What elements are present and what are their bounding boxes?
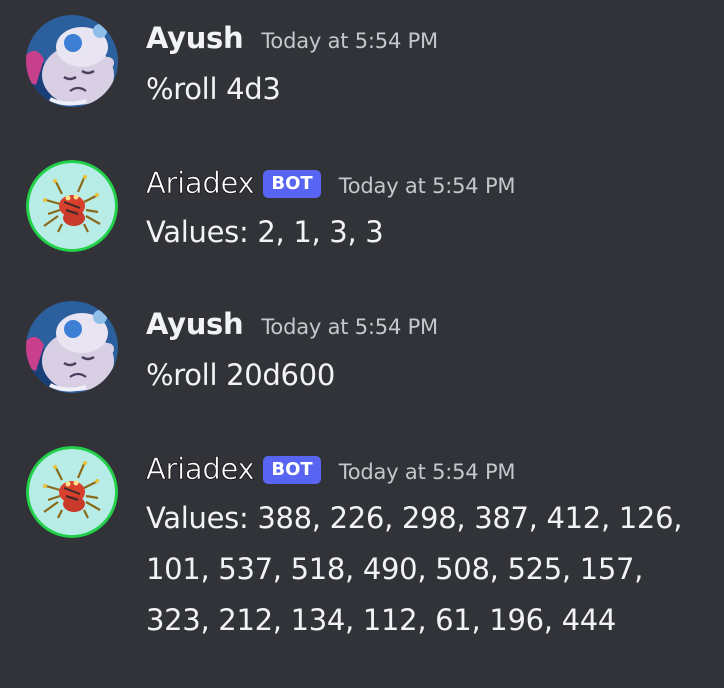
timestamp[interactable]: Today at 5:54 PM (339, 174, 516, 198)
bot-avatar[interactable] (26, 446, 118, 538)
username[interactable]: Ariadex (146, 452, 255, 487)
username[interactable]: Ayush (146, 21, 244, 55)
user-avatar[interactable] (26, 301, 118, 393)
mascot-avatar-icon (26, 301, 118, 393)
message-content: Values: 2, 1, 3, 3 (146, 215, 384, 249)
spider-bot-avatar-icon (26, 446, 118, 538)
message-content: %roll 4d3 (146, 72, 281, 106)
bot-tag: BOT (263, 456, 321, 484)
message-content: Values: 388, 226, 298, 387, 412, 126, 10… (146, 501, 683, 637)
message-content: %roll 20d600 (146, 358, 335, 392)
timestamp[interactable]: Today at 5:54 PM (339, 460, 516, 484)
user-avatar[interactable] (26, 15, 118, 107)
bot-tag: BOT (263, 170, 321, 198)
timestamp[interactable]: Today at 5:54 PM (261, 29, 438, 53)
username[interactable]: Ariadex (146, 166, 255, 201)
timestamp[interactable]: Today at 5:54 PM (261, 315, 438, 339)
spider-bot-avatar-icon (26, 160, 118, 252)
bot-avatar[interactable] (26, 160, 118, 252)
username[interactable]: Ayush (146, 307, 244, 341)
mascot-avatar-icon (26, 15, 118, 107)
